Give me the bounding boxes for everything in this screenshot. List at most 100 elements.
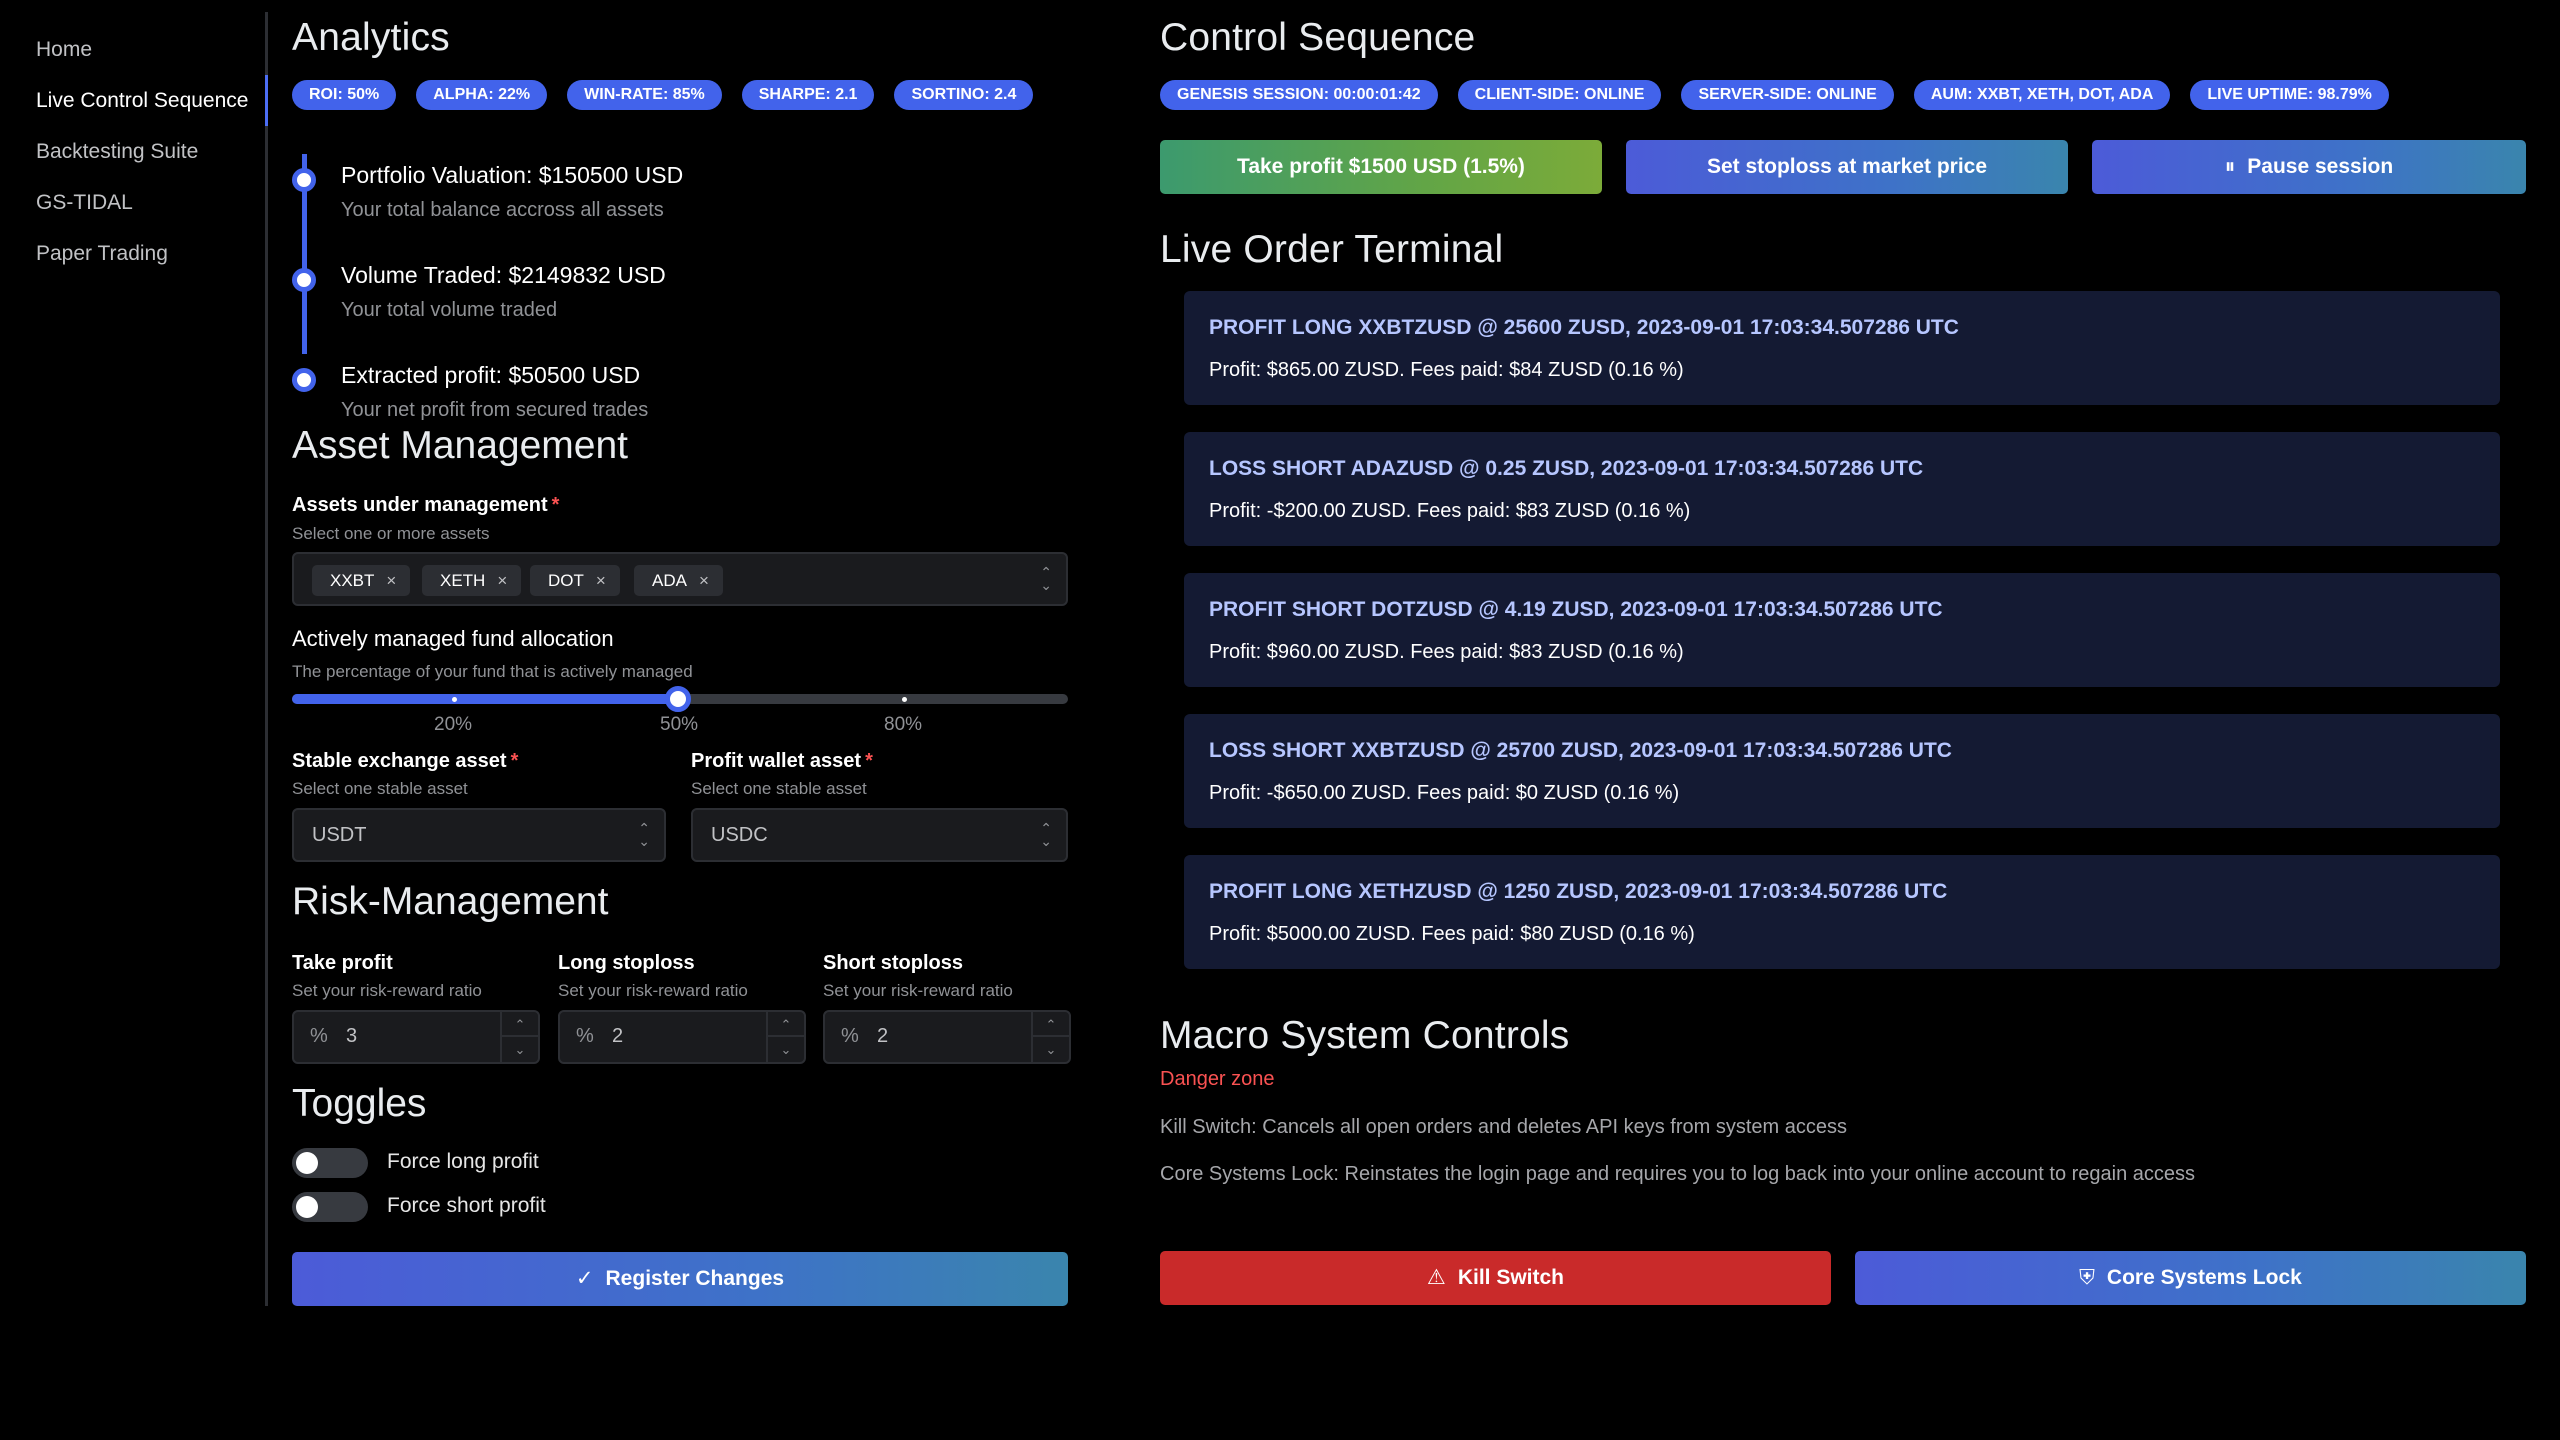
chevron-down-icon[interactable]: ⌄ — [502, 1037, 538, 1062]
percent-prefix: % — [576, 1025, 594, 1047]
profit-wallet-desc: Select one stable asset — [691, 779, 867, 798]
portfolio-valuation-desc: Your total balance accross all assets — [341, 199, 664, 221]
toggle-knob — [296, 1196, 318, 1218]
settings-column: Analytics ROI: 50% ALPHA: 22% WIN-RATE: 85… — [292, 0, 1071, 1320]
force-long-profit-label: Force long profit — [387, 1150, 539, 1173]
timeline-dot — [292, 268, 316, 292]
sharpe-badge: SHARPE: 2.1 — [741, 80, 875, 110]
chevron-down-icon[interactable]: ⌄ — [768, 1037, 804, 1062]
kill-switch-button[interactable]: ⚠ Kill Switch — [1160, 1251, 1831, 1305]
chevron-up-icon[interactable]: ⌃ — [1033, 1012, 1069, 1037]
sidebar-item-backtesting-suite[interactable]: Backtesting Suite — [0, 126, 265, 177]
check-icon: ✓ — [575, 1267, 594, 1290]
asset-chip: XETH × — [422, 565, 522, 596]
slider-mark — [902, 697, 907, 702]
order-card: LOSS SHORT ADAZUSD @ 0.25 ZUSD, 2023-09-… — [1184, 432, 2500, 546]
sidebar: Home Live Control Sequence Backtesting S… — [0, 12, 268, 1306]
order-body: Profit: $865.00 ZUSD. Fees paid: $84 ZUS… — [1209, 359, 1684, 381]
win-rate-badge: WIN-RATE: 85% — [567, 80, 722, 110]
allocation-slider[interactable] — [292, 686, 1068, 712]
allocation-desc: The percentage of your fund that is acti… — [292, 662, 693, 681]
order-body: Profit: $960.00 ZUSD. Fees paid: $83 ZUS… — [1209, 641, 1684, 663]
sidebar-item-live-control-sequence[interactable]: Live Control Sequence — [0, 75, 268, 126]
profit-wallet-label: Profit wallet asset * — [691, 750, 873, 772]
stepper: ⌃ ⌄ — [500, 1012, 538, 1062]
assets-desc: Select one or more assets — [292, 524, 490, 543]
slider-mark — [452, 697, 457, 702]
analytics-timeline: Portfolio Valuation: $150500 USD Your to… — [292, 140, 1068, 421]
long-stoploss-value: 2 — [612, 1025, 624, 1047]
slider-thumb[interactable] — [665, 686, 691, 712]
assets-multiselect[interactable]: XXBT × XETH × DOT × ADA × ⌃ ⌄ — [292, 552, 1068, 606]
sidebar-item-paper-trading[interactable]: Paper Trading — [0, 228, 265, 279]
chevron-updown-icon: ⌃ ⌄ — [1040, 820, 1052, 849]
order-body: Profit: -$200.00 ZUSD. Fees paid: $83 ZU… — [1209, 500, 1691, 522]
profit-wallet-value: USDC — [711, 824, 768, 846]
asset-management-title: Asset Management — [292, 424, 629, 467]
analytics-badges: ROI: 50% ALPHA: 22% WIN-RATE: 85% SHARPE: 2… — [292, 80, 1053, 110]
aum-badge: AUM: XXBT, XETH, DOT, ADA — [1913, 80, 2171, 110]
server-side-badge: SERVER-SIDE: ONLINE — [1681, 80, 1894, 110]
chevron-down-icon[interactable]: ⌄ — [1033, 1037, 1069, 1062]
order-card: PROFIT SHORT DOTZUSD @ 4.19 ZUSD, 2023-0… — [1184, 573, 2500, 687]
long-stoploss-input[interactable]: % 2 ⌃ ⌄ — [558, 1010, 806, 1064]
remove-chip-icon[interactable]: × — [699, 571, 709, 590]
take-profit-desc: Set your risk-reward ratio — [292, 981, 482, 1000]
alpha-badge: ALPHA: 22% — [416, 80, 548, 110]
toggles-title: Toggles — [292, 1082, 427, 1125]
short-stoploss-label: Short stoploss — [823, 952, 964, 974]
force-short-profit-toggle[interactable] — [292, 1192, 368, 1222]
profit-wallet-select[interactable]: USDC ⌃ ⌄ — [691, 808, 1068, 862]
core-systems-lock-button[interactable]: ⛨ Core Systems Lock — [1855, 1251, 2526, 1305]
danger-zone-label: Danger zone — [1160, 1068, 1275, 1090]
sidebar-item-home[interactable]: Home — [0, 24, 265, 75]
register-changes-button[interactable]: ✓ Register Changes — [292, 1252, 1068, 1306]
remove-chip-icon[interactable]: × — [497, 571, 507, 590]
order-title: PROFIT LONG XETHZUSD @ 1250 ZUSD, 2023-0… — [1209, 880, 1948, 903]
sortino-badge: SORTINO: 2.4 — [894, 80, 1034, 110]
pause-session-button[interactable]: ⏸ Pause session — [2092, 140, 2526, 194]
slider-tick-50: 50% — [660, 714, 699, 735]
warning-icon: ⚠ — [1426, 1266, 1446, 1289]
allocation-label: Actively managed fund allocation — [292, 626, 614, 651]
kill-switch-desc: Kill Switch: Cancels all open orders and… — [1160, 1116, 1847, 1138]
set-stoploss-button[interactable]: Set stoploss at market price — [1626, 140, 2068, 194]
slider-fill — [292, 694, 678, 704]
stable-asset-desc: Select one stable asset — [292, 779, 468, 798]
short-stoploss-input[interactable]: % 2 ⌃ ⌄ — [823, 1010, 1071, 1064]
percent-prefix: % — [841, 1025, 859, 1047]
shield-icon: ⛨ — [2079, 1266, 2095, 1289]
order-card: PROFIT LONG XXBTZUSD @ 25600 ZUSD, 2023-… — [1184, 291, 2500, 405]
stable-asset-select[interactable]: USDT ⌃ ⌄ — [292, 808, 666, 862]
assets-label: Assets under management * — [292, 494, 560, 516]
remove-chip-icon[interactable]: × — [596, 571, 606, 590]
order-title: PROFIT LONG XXBTZUSD @ 25600 ZUSD, 2023-… — [1209, 316, 1959, 339]
order-card: LOSS SHORT XXBTZUSD @ 25700 ZUSD, 2023-0… — [1184, 714, 2500, 828]
take-profit-input[interactable]: % 3 ⌃ ⌄ — [292, 1010, 540, 1064]
toggle-knob — [296, 1152, 318, 1174]
force-long-profit-toggle[interactable] — [292, 1148, 368, 1178]
slider-tick-20: 20% — [434, 714, 473, 735]
take-profit-value: 3 — [346, 1025, 358, 1047]
asset-chip: DOT × — [530, 565, 620, 596]
chevron-up-icon[interactable]: ⌃ — [502, 1012, 538, 1037]
sidebar-item-gs-tidal[interactable]: GS-TIDAL — [0, 177, 265, 228]
take-profit-button[interactable]: Take profit $1500 USD (1.5%) — [1160, 140, 1602, 194]
control-sequence-title: Control Sequence — [1160, 16, 1476, 59]
chevron-up-icon[interactable]: ⌃ — [768, 1012, 804, 1037]
short-stoploss-value: 2 — [877, 1025, 889, 1047]
remove-chip-icon[interactable]: × — [386, 571, 396, 590]
session-badges: GENESIS SESSION: 00:00:01:42 CLIENT-SIDE:… — [1160, 80, 2409, 110]
chevron-updown-icon: ⌃ ⌄ — [1040, 564, 1052, 593]
extracted-profit-desc: Your net profit from secured trades — [341, 399, 649, 421]
risk-management-title: Risk-Management — [292, 880, 609, 923]
force-short-profit-label: Force short profit — [387, 1194, 546, 1217]
long-stoploss-desc: Set your risk-reward ratio — [558, 981, 748, 1000]
extracted-profit: Extracted profit: $50500 USD — [341, 362, 641, 388]
genesis-session-badge: GENESIS SESSION: 00:00:01:42 — [1160, 80, 1438, 110]
order-title: LOSS SHORT ADAZUSD @ 0.25 ZUSD, 2023-09-… — [1209, 457, 1924, 480]
asset-chip: XXBT × — [312, 565, 411, 596]
order-title: LOSS SHORT XXBTZUSD @ 25700 ZUSD, 2023-0… — [1209, 739, 1952, 762]
long-stoploss-label: Long stoploss — [558, 952, 695, 974]
roi-badge: ROI: 50% — [292, 80, 397, 110]
